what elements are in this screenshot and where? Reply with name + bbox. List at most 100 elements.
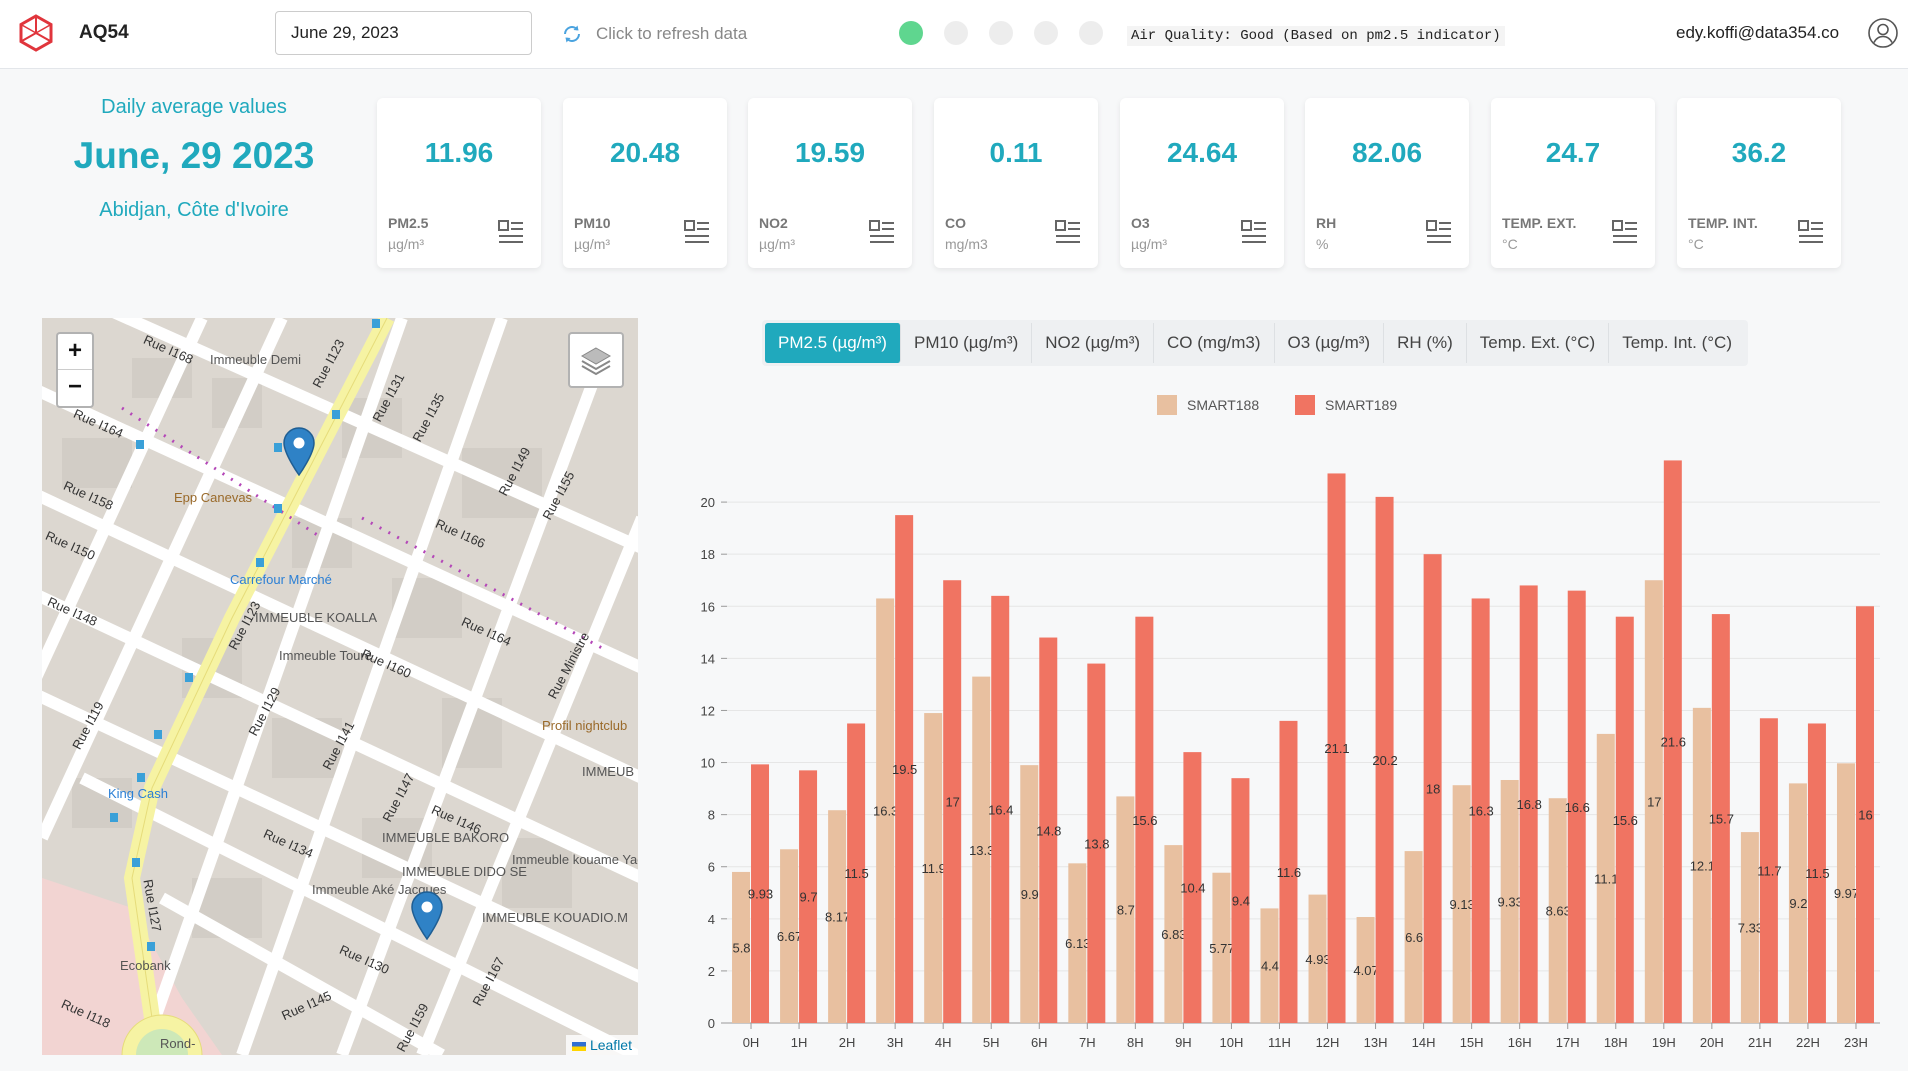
bar-value-label: 7.33 bbox=[1738, 921, 1763, 936]
tab-rh[interactable]: RH (%) bbox=[1384, 323, 1467, 363]
map-label: Immeuble Demi bbox=[210, 352, 302, 367]
details-list-icon[interactable] bbox=[869, 220, 895, 244]
x-tick-label: 14H bbox=[1412, 1035, 1436, 1050]
metric-unit: µg/m³ bbox=[388, 236, 425, 252]
sensor-marker-smart189[interactable] bbox=[410, 890, 444, 940]
bar-value-label: 8.17 bbox=[825, 910, 850, 925]
bar-value-label: 11.1 bbox=[1594, 871, 1618, 886]
bar-value-label: 15.6 bbox=[1613, 813, 1638, 828]
tab-temp-ext[interactable]: Temp. Ext. (°C) bbox=[1467, 323, 1610, 363]
x-tick-label: 7H bbox=[1079, 1035, 1096, 1050]
bar-value-label: 6.83 bbox=[1161, 927, 1186, 942]
details-list-icon[interactable] bbox=[498, 220, 524, 244]
map-label: Rond- bbox=[160, 1036, 196, 1051]
x-tick-label: 3H bbox=[887, 1035, 904, 1050]
details-list-icon[interactable] bbox=[684, 220, 710, 244]
map-layers-button[interactable] bbox=[568, 332, 624, 388]
tab-temp-int[interactable]: Temp. Int. (°C) bbox=[1609, 323, 1745, 363]
x-tick-label: 20H bbox=[1700, 1035, 1724, 1050]
air-quality-dot-hazardous bbox=[1079, 21, 1103, 45]
x-tick-label: 23H bbox=[1844, 1035, 1868, 1050]
zoom-out-button[interactable]: − bbox=[58, 370, 92, 406]
metric-name: CO bbox=[945, 215, 966, 231]
y-tick-label: 2 bbox=[708, 964, 715, 979]
x-tick-label: 13H bbox=[1364, 1035, 1388, 1050]
x-tick-label: 1H bbox=[791, 1035, 808, 1050]
bar-value-label: 20.2 bbox=[1372, 753, 1397, 768]
bar-value-label: 18 bbox=[1426, 782, 1440, 797]
user-account-icon[interactable] bbox=[1867, 17, 1899, 49]
x-tick-label: 6H bbox=[1031, 1035, 1048, 1050]
leaflet-flag-icon bbox=[571, 1041, 586, 1051]
metric-unit: mg/m3 bbox=[945, 236, 988, 252]
sensor-marker-smart188[interactable] bbox=[282, 426, 316, 476]
bar-value-label: 9.13 bbox=[1449, 897, 1474, 912]
metric-value: 19.59 bbox=[794, 137, 866, 168]
pollutant-tabs: PM2.5 (µg/m³) PM10 (µg/m³) NO2 (µg/m³) C… bbox=[762, 320, 1748, 366]
y-tick-label: 16 bbox=[701, 599, 715, 614]
x-tick-label: 5H bbox=[983, 1035, 1000, 1050]
map-zoom-control: + − bbox=[56, 332, 94, 408]
y-tick-label: 4 bbox=[708, 912, 715, 927]
bar-value-label: 4.4 bbox=[1261, 959, 1279, 974]
y-tick-label: 20 bbox=[701, 495, 715, 510]
app-logo-icon[interactable] bbox=[16, 13, 56, 53]
y-tick-label: 6 bbox=[708, 860, 715, 875]
app-name: AQ54 bbox=[79, 22, 129, 43]
bar-value-label: 16.4 bbox=[988, 802, 1013, 817]
user-email[interactable]: edy.koffi@data354.co bbox=[1676, 23, 1839, 43]
sensor-map[interactable]: Immeuble Demi Epp Canevas Carrefour Marc… bbox=[42, 318, 638, 1055]
air-quality-dot-unhealthy-sensitive bbox=[989, 21, 1013, 45]
bar-value-label: 14.8 bbox=[1036, 823, 1061, 838]
tab-pm10[interactable]: PM10 (µg/m³) bbox=[901, 323, 1033, 363]
zoom-in-button[interactable]: + bbox=[58, 334, 92, 370]
x-tick-label: 12H bbox=[1316, 1035, 1340, 1050]
map-label: Epp Canevas bbox=[174, 490, 253, 505]
map-label: Immeuble Touré bbox=[279, 648, 372, 663]
map-label: IMMEUBLE KOUADIO.M bbox=[482, 910, 628, 925]
tab-o3[interactable]: O3 (µg/m³) bbox=[1275, 323, 1385, 363]
x-tick-label: 2H bbox=[839, 1035, 856, 1050]
x-tick-label: 10H bbox=[1220, 1035, 1244, 1050]
air-quality-dot-unhealthy bbox=[1034, 21, 1058, 45]
details-list-icon[interactable] bbox=[1798, 220, 1824, 244]
bar-value-label: 11.7 bbox=[1757, 864, 1781, 879]
air-quality-dot-moderate bbox=[944, 21, 968, 45]
details-list-icon[interactable] bbox=[1612, 220, 1638, 244]
summary-date: June, 29 2023 bbox=[73, 135, 315, 176]
tab-co[interactable]: CO (mg/m3) bbox=[1154, 323, 1275, 363]
x-tick-label: 16H bbox=[1508, 1035, 1532, 1050]
bar-value-label: 9.7 bbox=[800, 890, 818, 905]
metric-card-no2: 19.59 NO2 µg/m³ bbox=[748, 98, 912, 268]
bar-value-label: 15.6 bbox=[1132, 813, 1157, 828]
metric-name: PM10 bbox=[574, 215, 611, 231]
x-tick-label: 9H bbox=[1175, 1035, 1192, 1050]
map-label: Immeuble kouame Yao bbox=[512, 852, 638, 867]
bar-value-label: 11.6 bbox=[1277, 865, 1301, 880]
details-list-icon[interactable] bbox=[1426, 220, 1452, 244]
map-label: IMMEUBLE DIDO SE bbox=[402, 864, 527, 879]
metric-name: NO2 bbox=[759, 215, 788, 231]
metric-unit: °C bbox=[1688, 236, 1704, 252]
top-bar: AQ54 June 29, 2023 Click to refresh data… bbox=[0, 0, 1908, 69]
refresh-button[interactable]: Click to refresh data bbox=[560, 22, 747, 46]
bar-value-label: 9.9 bbox=[1021, 887, 1039, 902]
daily-summary: Daily average values June, 29 2023 Abidj… bbox=[40, 96, 348, 222]
details-list-icon[interactable] bbox=[1241, 220, 1267, 244]
x-tick-label: 19H bbox=[1652, 1035, 1676, 1050]
x-tick-label: 11H bbox=[1268, 1035, 1291, 1050]
tab-pm25[interactable]: PM2.5 (µg/m³) bbox=[765, 323, 901, 363]
bar-value-label: 19.5 bbox=[892, 762, 917, 777]
map-attribution[interactable]: Leaflet bbox=[565, 1035, 638, 1055]
bar-value-label: 21.6 bbox=[1661, 735, 1686, 750]
y-tick-label: 14 bbox=[701, 651, 715, 666]
date-picker-input[interactable]: June 29, 2023 bbox=[275, 11, 532, 55]
metric-unit: °C bbox=[1502, 236, 1518, 252]
attribution-link[interactable]: Leaflet bbox=[590, 1037, 632, 1053]
tab-no2[interactable]: NO2 (µg/m³) bbox=[1032, 323, 1155, 363]
layers-icon bbox=[580, 347, 612, 376]
bar-value-label: 17 bbox=[1647, 795, 1661, 810]
details-list-icon[interactable] bbox=[1055, 220, 1081, 244]
y-tick-label: 10 bbox=[701, 756, 715, 771]
legend-swatch bbox=[1157, 395, 1177, 415]
